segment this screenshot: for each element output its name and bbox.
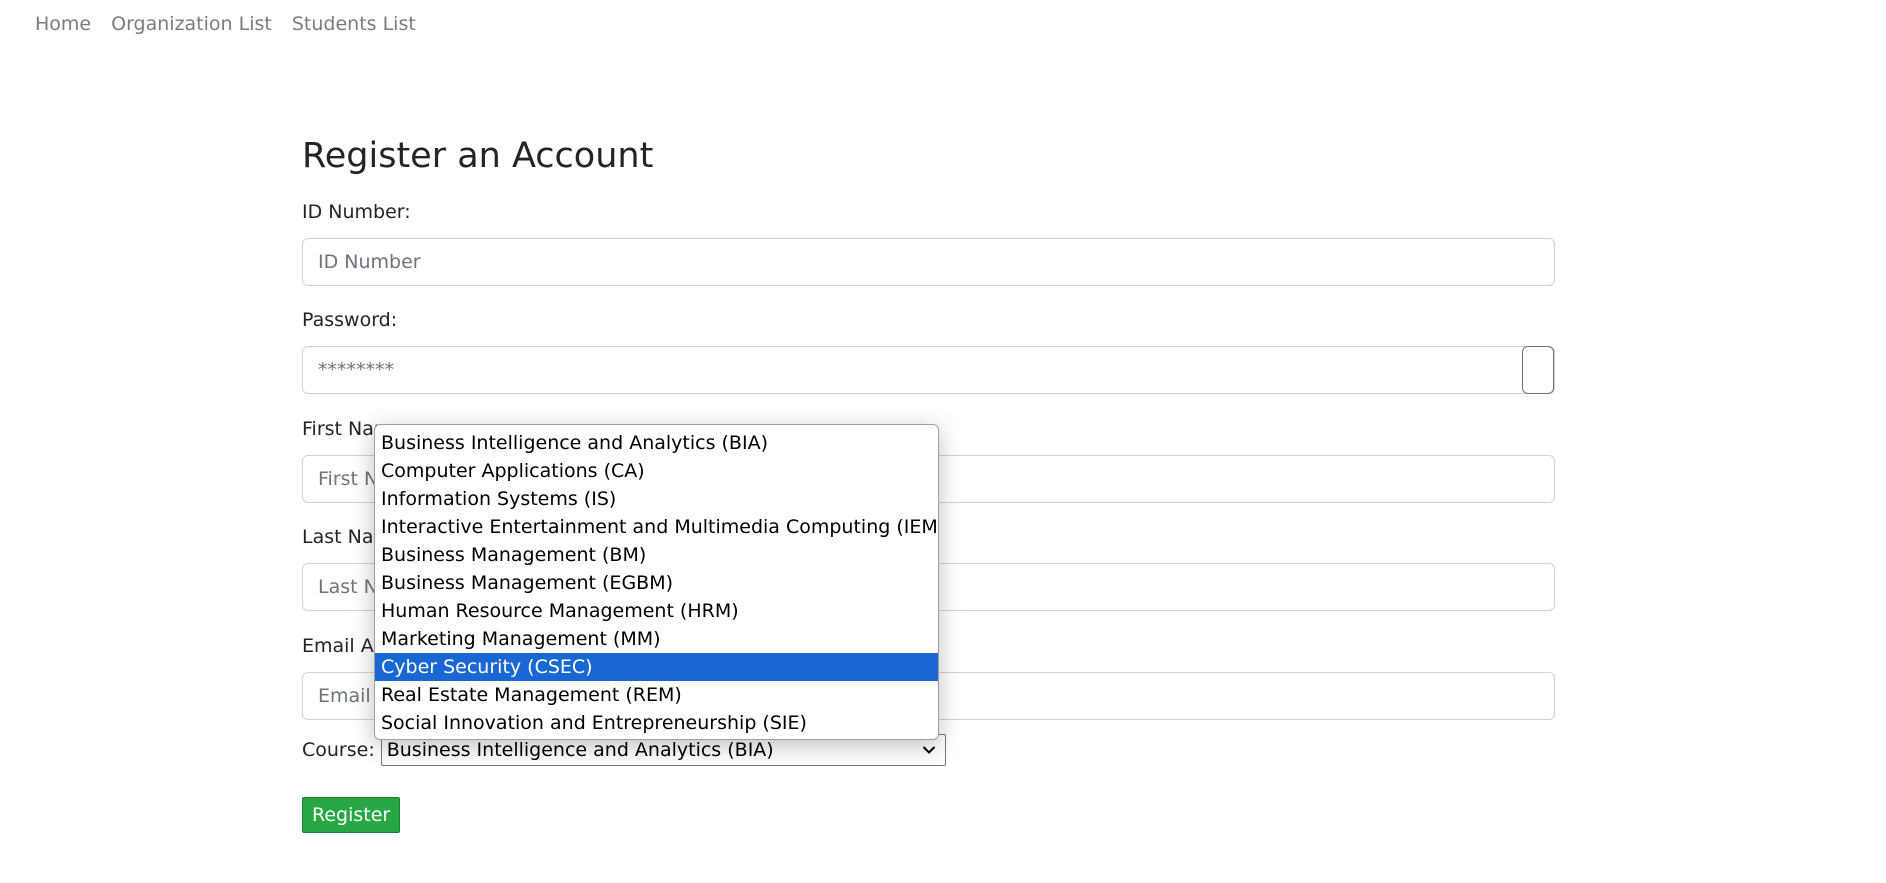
id-number-placeholder: ID Number xyxy=(318,251,421,273)
course-option-highlighted[interactable]: Cyber Security (CSEC) xyxy=(375,653,938,681)
top-nav: Home Organization List Students List xyxy=(35,12,416,36)
id-number-label: ID Number: xyxy=(302,201,411,223)
chevron-down-icon xyxy=(919,740,939,760)
course-selected-value: Business Intelligence and Analytics (BIA… xyxy=(386,739,774,761)
course-option[interactable]: Business Management (BM) xyxy=(375,541,938,569)
course-option[interactable]: Business Management (EGBM) xyxy=(375,569,938,597)
course-option[interactable]: Interactive Entertainment and Multimedia… xyxy=(375,513,938,541)
nav-home-link[interactable]: Home xyxy=(35,12,91,36)
course-label: Course: xyxy=(302,739,375,761)
course-option[interactable]: Real Estate Management (REM) xyxy=(375,681,938,709)
course-option[interactable]: Marketing Management (MM) xyxy=(375,625,938,653)
register-button[interactable]: Register xyxy=(302,797,401,833)
course-option[interactable]: Information Systems (IS) xyxy=(375,485,938,513)
nav-organization-list-link[interactable]: Organization List xyxy=(111,12,272,36)
password-visibility-toggle[interactable] xyxy=(1522,346,1554,394)
course-option[interactable]: Business Intelligence and Analytics (BIA… xyxy=(375,429,938,457)
course-option[interactable]: Social Innovation and Entrepreneurship (… xyxy=(375,709,938,737)
nav-students-list-link[interactable]: Students List xyxy=(292,12,416,36)
course-dropdown-list: Business Intelligence and Analytics (BIA… xyxy=(374,424,939,740)
id-number-input[interactable]: ID Number xyxy=(302,238,1555,286)
password-label: Password: xyxy=(302,309,398,331)
password-input[interactable]: ******** xyxy=(302,346,1555,394)
course-option[interactable]: Human Resource Management (HRM) xyxy=(375,597,938,625)
page-title: Register an Account xyxy=(302,136,654,176)
course-option[interactable]: Computer Applications (CA) xyxy=(375,457,938,485)
password-masked-value: ******** xyxy=(318,359,394,381)
